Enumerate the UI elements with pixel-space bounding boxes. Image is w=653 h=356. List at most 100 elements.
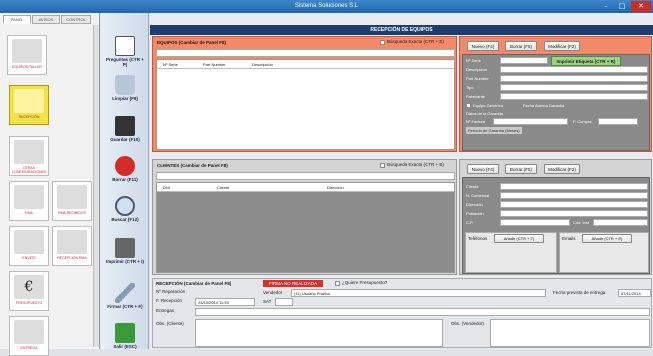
euro-icon: €: [14, 275, 44, 299]
module-rma-recibidos[interactable]: RMA RECIBIDOS: [52, 181, 92, 221]
module-recepcion-rma[interactable]: RECEPCIÓN RMA: [52, 226, 92, 266]
frecep-field[interactable]: 24/10/2014 11:59: [195, 298, 255, 306]
module-recepcion[interactable]: RECEPCIÓN: [9, 85, 49, 125]
exit-button[interactable]: Salir (ESC): [105, 323, 145, 349]
module-equipos-taller[interactable]: EQUIPOS/TALLER: [7, 35, 47, 75]
save-button[interactable]: Guardar (F10): [105, 116, 145, 142]
recepcion-group: RECEPCIÓN (Cambiar de Panel F8) FIRMA NO…: [152, 278, 652, 348]
obs-cliente-field[interactable]: [195, 319, 443, 347]
part-number-field[interactable]: [500, 75, 648, 82]
tab-panel[interactable]: PANEL: [3, 15, 31, 24]
module-presupuesto[interactable]: € PRESUPUESTO: [9, 271, 49, 311]
sign-label: Firmar (CTR + F): [107, 304, 143, 309]
nserie-label: Nº Serie: [466, 58, 481, 63]
clientes-modify-button[interactable]: Modificar (F2): [544, 164, 580, 174]
col-nserie[interactable]: Nº Serie: [163, 60, 178, 69]
codinst-label: Cód. Inst: [573, 220, 590, 225]
period-label: Periodo de Garantía (Meses): [466, 127, 522, 134]
print-label-button[interactable]: Imprimir Etiqueta (CTR + R): [551, 56, 621, 66]
module-rma[interactable]: RMA: [9, 181, 49, 221]
print-button[interactable]: Imprimir (CTR + I): [105, 238, 145, 264]
maximize-button[interactable]: □: [614, 1, 630, 12]
col-part-number[interactable]: Part Number: [203, 60, 226, 69]
exit-label: Salir (ESC): [113, 344, 137, 349]
obs-vendedor-label: Obs. (Vendedor): [451, 321, 485, 326]
delete-label: Borrar (F11): [112, 177, 138, 182]
search-button[interactable]: Buscar (F12): [105, 196, 145, 222]
telefonos-box: Teléfonos Añadir (CTR + T): [465, 232, 557, 273]
sign-button[interactable]: Firmar (CTR + F): [105, 283, 145, 309]
sat-field[interactable]: [275, 298, 293, 306]
equipos-grid[interactable]: Nº Serie Part Number Descripción: [156, 59, 455, 150]
descripcion-field[interactable]: [500, 66, 648, 73]
fecha-prev-field[interactable]: 07/11/2014: [618, 289, 651, 297]
clientes-title: CLIENTES (Cambiar de Panel F8): [157, 163, 228, 168]
warranty-label: Datos de la Garantía: [466, 111, 503, 116]
tab-avisos[interactable]: AVISOS: [32, 15, 60, 24]
save-label: Guardar (F10): [110, 137, 140, 142]
clear-label: Limpiar (F9): [112, 96, 138, 101]
clientes-exact-checkbox[interactable]: [380, 163, 385, 168]
delivery-icon: [14, 320, 44, 344]
equipos-delete-button[interactable]: Borrar (F5): [505, 41, 537, 51]
close-button[interactable]: ✕: [631, 1, 651, 12]
save-icon: [115, 116, 135, 136]
exit-icon: [115, 323, 135, 343]
clientes-grid-body: [157, 192, 454, 272]
module-envios[interactable]: ENVÍOS: [9, 226, 49, 266]
col-cliente[interactable]: Cliente: [217, 183, 229, 192]
module-otras-configuraciones[interactable]: OTRAS CONFIGURACIONES: [9, 136, 49, 176]
entregas-field[interactable]: [195, 308, 650, 316]
clientes-form-group: Nuevo (F4) Borrar (F5) Modificar (F2) Cl…: [459, 159, 652, 275]
questions-button[interactable]: Preguntas (CTR + P): [105, 36, 145, 67]
tab-control-label: CONTROL: [66, 17, 86, 22]
clear-button[interactable]: Limpiar (F9): [105, 75, 145, 101]
module-label: ENTREGA: [20, 346, 38, 350]
presupuesto-label: ¿Quiere Presupuesto?: [342, 280, 388, 285]
tab-control[interactable]: CONTROL: [61, 15, 91, 24]
vendedor-label: Vendedor: [263, 290, 283, 295]
col-dni[interactable]: DNI: [163, 183, 170, 192]
add-telefono-button[interactable]: Añadir (CTR + T): [494, 234, 544, 243]
codinst-field[interactable]: [593, 219, 648, 226]
compra-field[interactable]: [598, 118, 638, 125]
cliente-field[interactable]: [500, 183, 648, 190]
nserie-field[interactable]: [500, 57, 548, 64]
equipos-exact-label: Búsqueda Exacta (CTR + E): [387, 39, 444, 44]
clientes-search-input[interactable]: [156, 172, 455, 180]
vendedor-field[interactable]: (11) Usuario Prueba: [291, 289, 546, 297]
poblacion-field[interactable]: [500, 210, 648, 217]
factura-field[interactable]: [493, 118, 568, 125]
equipos-exact-checkbox[interactable]: [380, 40, 385, 45]
col-descripcion[interactable]: Descripción: [252, 60, 273, 69]
clientes-grid[interactable]: DNI Cliente Dirección: [156, 182, 455, 273]
equipos-modify-button[interactable]: Modificar (F2): [544, 41, 580, 51]
generic-checkbox[interactable]: [466, 103, 471, 108]
clientes-new-button[interactable]: Nuevo (F4): [467, 164, 499, 174]
equipos-search-input[interactable]: [156, 49, 455, 57]
direccion-field[interactable]: [500, 201, 648, 208]
module-entrega[interactable]: ENTREGA: [9, 316, 49, 356]
action-toolbar: Preguntas (CTR + P) Limpiar (F9) Guardar…: [101, 13, 149, 349]
obs-vendedor-field[interactable]: [490, 319, 650, 347]
equipos-icon: [12, 39, 42, 63]
equipos-form-group: Nuevo (F4) Borrar (F5) Modificar (F2) Nº…: [459, 36, 652, 152]
tipo-field[interactable]: [500, 84, 648, 91]
cp-field[interactable]: [500, 219, 570, 226]
fabricante-field[interactable]: [500, 93, 648, 100]
cp-label: C.P.: [466, 220, 474, 225]
module-scrollbar[interactable]: [93, 25, 99, 347]
ncomercial-field[interactable]: [500, 192, 648, 199]
clientes-delete-button[interactable]: Borrar (F5): [505, 164, 537, 174]
minimize-button[interactable]: –: [598, 1, 614, 12]
module-label: ENVÍOS: [22, 256, 36, 260]
generic-hint: Fecha Alarma Garantía: [523, 103, 565, 108]
delete-button[interactable]: Borrar (F11): [105, 156, 145, 182]
factura-label: Nº Factura: [466, 119, 486, 124]
presupuesto-checkbox[interactable]: [335, 281, 340, 286]
equipos-group: EQUIPOS (Cambiar de Panel F8) Búsqueda E…: [152, 36, 457, 152]
equipos-new-button[interactable]: Nuevo (F4): [467, 41, 499, 51]
col-direccion[interactable]: Dirección: [327, 183, 344, 192]
add-email-button[interactable]: Añadir (CTR + E): [582, 234, 632, 243]
module-label: RECEPCIÓN: [18, 115, 40, 119]
